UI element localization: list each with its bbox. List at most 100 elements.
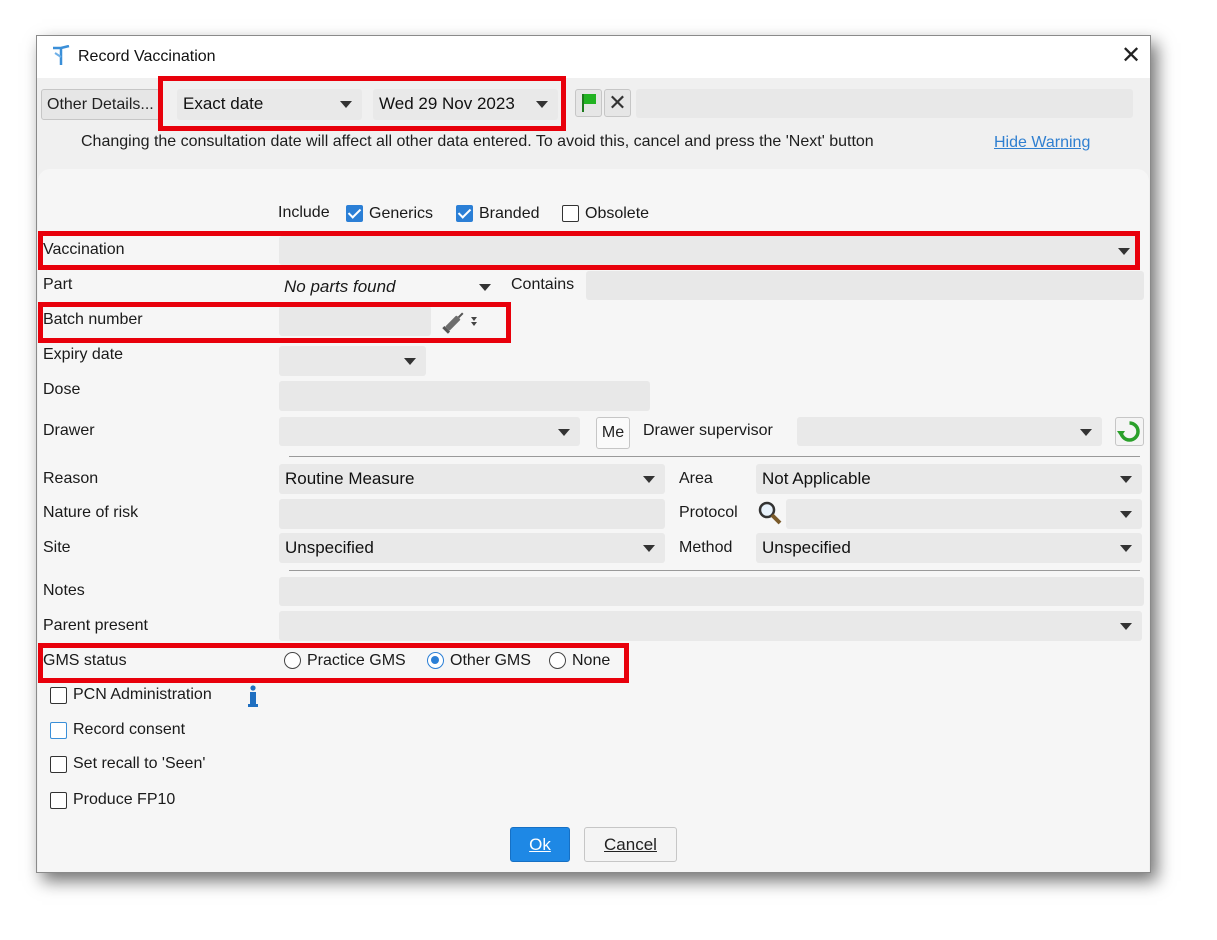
magnifier-icon: [758, 501, 782, 525]
drawer-select[interactable]: [279, 417, 580, 446]
drawer-supervisor-select[interactable]: [797, 417, 1102, 446]
toolbar-text-field[interactable]: [636, 89, 1133, 118]
close-icon[interactable]: ✕: [1117, 42, 1145, 70]
date-mode-value: Exact date: [183, 94, 264, 113]
method-value: Unspecified: [762, 538, 851, 557]
gms-status-label: GMS status: [43, 652, 127, 669]
area-select[interactable]: Not Applicable: [756, 464, 1142, 494]
cancel-label: Cancel: [604, 835, 657, 854]
produce-fp10-label: Produce FP10: [73, 791, 176, 808]
protocol-label: Protocol: [679, 504, 738, 521]
set-recall-checkbox[interactable]: [50, 756, 67, 773]
nature-of-risk-label: Nature of risk: [43, 504, 139, 521]
pcn-administration-label: PCN Administration: [73, 686, 212, 703]
chevron-down-icon: [643, 545, 655, 552]
green-flag-button[interactable]: [575, 89, 602, 117]
drawer-supervisor-label: Drawer supervisor: [643, 422, 773, 439]
syringe-icon: [442, 312, 477, 334]
obsolete-checkbox[interactable]: [562, 205, 579, 222]
record-consent-checkbox[interactable]: [50, 722, 67, 739]
separator-2: [289, 570, 1140, 571]
chevron-down-icon: [1118, 248, 1130, 255]
notes-field[interactable]: [279, 577, 1144, 606]
gms-other-label: Other GMS: [450, 652, 531, 669]
expiry-date-label: Expiry date: [43, 346, 124, 363]
nature-of-risk-field[interactable]: [279, 499, 665, 529]
ok-label: Ok: [529, 835, 551, 854]
protocol-select[interactable]: [786, 499, 1142, 529]
pcn-administration-checkbox[interactable]: [50, 687, 67, 704]
dose-label: Dose: [43, 381, 81, 398]
area-label: Area: [679, 470, 713, 487]
date-mode-select[interactable]: Exact date: [177, 89, 362, 120]
date-warning-text: Changing the consultation date will affe…: [81, 133, 874, 150]
hide-warning-link[interactable]: Hide Warning: [994, 134, 1090, 152]
parent-present-select[interactable]: [279, 611, 1142, 641]
method-select[interactable]: Unspecified: [756, 533, 1142, 563]
window-title: Record Vaccination: [78, 48, 216, 65]
produce-fp10-checkbox[interactable]: [50, 792, 67, 809]
gms-none-label: None: [572, 652, 611, 669]
refresh-button[interactable]: [1115, 417, 1144, 446]
parent-present-label: Parent present: [43, 617, 148, 634]
chevron-down-icon: [340, 101, 352, 108]
chevron-down-icon: [479, 284, 491, 291]
chevron-down-icon: [536, 101, 548, 108]
batch-number-field[interactable]: [279, 306, 431, 336]
vaccination-select[interactable]: [279, 236, 1140, 265]
separator-1: [289, 456, 1140, 457]
gms-practice-label: Practice GMS: [307, 652, 406, 669]
site-label: Site: [43, 539, 71, 556]
branded-label: Branded: [479, 205, 540, 222]
clear-date-button[interactable]: ✕: [604, 89, 631, 117]
reason-label: Reason: [43, 470, 99, 487]
part-label: Part: [43, 276, 73, 293]
set-recall-label: Set recall to 'Seen': [73, 755, 206, 772]
chevron-down-icon: [1120, 623, 1132, 630]
site-select[interactable]: Unspecified: [279, 533, 665, 563]
chevron-down-icon: [1120, 511, 1132, 518]
vaccination-label: Vaccination: [43, 241, 125, 258]
branded-checkbox[interactable]: [456, 205, 473, 222]
app-logo-icon: [53, 45, 70, 65]
reason-select[interactable]: Routine Measure: [279, 464, 665, 494]
gms-other-radio[interactable]: [427, 652, 444, 669]
chevron-down-icon: [1120, 545, 1132, 552]
gms-none-radio[interactable]: [549, 652, 566, 669]
batch-number-label: Batch number: [43, 311, 143, 328]
batch-lookup-button[interactable]: [441, 308, 481, 334]
expiry-date-select[interactable]: [279, 346, 426, 376]
contains-label: Contains: [511, 276, 575, 293]
chevron-down-icon: [404, 358, 416, 365]
generics-checkbox[interactable]: [346, 205, 363, 222]
site-value: Unspecified: [285, 538, 374, 557]
generics-label: Generics: [369, 205, 434, 222]
chevron-down-icon: [643, 476, 655, 483]
protocol-search-button[interactable]: [756, 499, 784, 527]
area-value: Not Applicable: [762, 469, 871, 488]
cancel-button[interactable]: Cancel: [584, 827, 677, 862]
chevron-down-icon: [558, 429, 570, 436]
other-details-button[interactable]: Other Details...: [41, 89, 160, 120]
contains-field[interactable]: [586, 271, 1144, 300]
reason-value: Routine Measure: [285, 469, 415, 488]
dose-field[interactable]: [279, 381, 650, 411]
gms-practice-radio[interactable]: [284, 652, 301, 669]
notes-label: Notes: [43, 582, 85, 599]
me-button[interactable]: Me: [596, 417, 630, 449]
chevron-down-icon: [1080, 429, 1092, 436]
green-flag-icon: [582, 94, 596, 112]
ok-button[interactable]: Ok: [510, 827, 570, 862]
drawer-label: Drawer: [43, 422, 95, 439]
date-value-select[interactable]: Wed 29 Nov 2023: [373, 89, 558, 120]
part-select[interactable]: No parts found: [279, 272, 501, 301]
part-value: No parts found: [284, 277, 396, 296]
date-value: Wed 29 Nov 2023: [379, 94, 515, 113]
info-icon[interactable]: [247, 684, 259, 708]
clear-x-icon: ✕: [608, 90, 627, 115]
chevron-down-icon: [1120, 476, 1132, 483]
obsolete-label: Obsolete: [585, 205, 650, 222]
refresh-icon: [1117, 421, 1140, 442]
include-label: Include: [278, 204, 330, 221]
title-bar: Record Vaccination ✕: [37, 36, 1150, 78]
